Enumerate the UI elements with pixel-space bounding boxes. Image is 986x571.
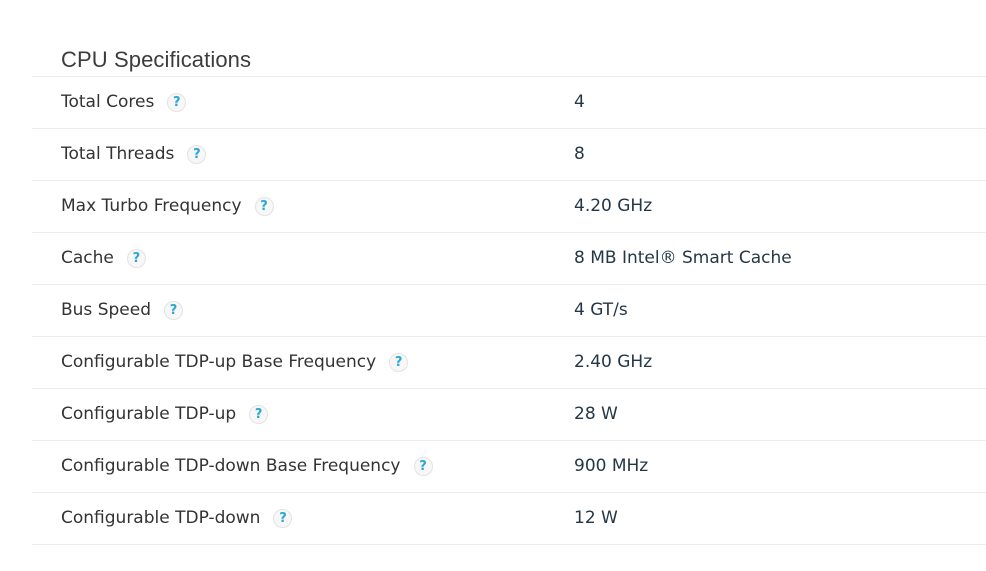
spec-value: 28 W [574, 404, 618, 424]
spec-label: Total Threads [61, 144, 175, 164]
spec-value: 4.20 GHz [574, 196, 653, 216]
spec-row-tdp-down-base-frequency: Configurable TDP-down Base Frequency? 90… [32, 440, 986, 492]
spec-label: Cache [61, 248, 114, 268]
spec-row-tdp-up-base-frequency: Configurable TDP-up Base Frequency? 2.40… [32, 336, 986, 388]
help-icon[interactable]: ? [249, 405, 269, 424]
help-icon[interactable]: ? [273, 509, 293, 528]
spec-label: Configurable TDP-down [61, 508, 261, 528]
spec-label: Bus Speed [61, 300, 151, 320]
spec-label: Configurable TDP-up [61, 404, 237, 424]
spec-row-tdp-down: Configurable TDP-down? 12 W [32, 492, 986, 545]
help-icon[interactable]: ? [413, 457, 433, 476]
spec-label: Total Cores [61, 92, 155, 112]
spec-value: 2.40 GHz [574, 352, 653, 372]
spec-label: Max Turbo Frequency [61, 196, 242, 216]
section-title: CPU Specifications [61, 47, 252, 73]
help-icon[interactable]: ? [187, 145, 207, 164]
spec-table: Total Cores? 4 Total Threads? 8 Max Turb… [32, 76, 986, 545]
spec-value: 4 [574, 92, 585, 112]
spec-row-tdp-up: Configurable TDP-up? 28 W [32, 388, 986, 440]
help-icon[interactable]: ? [389, 353, 409, 372]
spec-row-bus-speed: Bus Speed? 4 GT/s [32, 284, 986, 336]
spec-value: 8 [574, 144, 585, 164]
help-icon[interactable]: ? [126, 249, 146, 268]
spec-value: 4 GT/s [574, 300, 628, 320]
help-icon[interactable]: ? [167, 93, 187, 112]
spec-row-max-turbo-frequency: Max Turbo Frequency? 4.20 GHz [32, 180, 986, 232]
spec-row-cache: Cache? 8 MB Intel® Smart Cache [32, 232, 986, 284]
help-icon[interactable]: ? [254, 197, 274, 216]
spec-label: Configurable TDP-up Base Frequency [61, 352, 377, 372]
spec-value: 12 W [574, 508, 618, 528]
spec-row-total-cores: Total Cores? 4 [32, 76, 986, 128]
help-icon[interactable]: ? [164, 301, 183, 320]
spec-value: 900 MHz [574, 456, 649, 476]
spec-row-total-threads: Total Threads? 8 [32, 128, 986, 180]
spec-label: Configurable TDP-down Base Frequency [61, 456, 401, 476]
spec-value: 8 MB Intel® Smart Cache [574, 248, 792, 268]
